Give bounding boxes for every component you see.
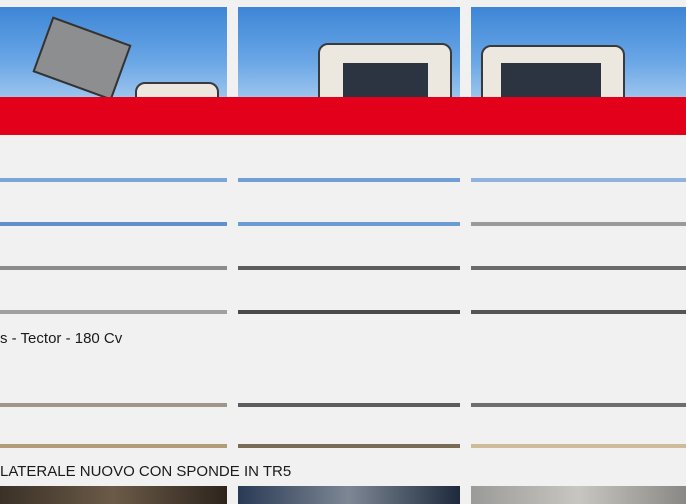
gallery-photo-2[interactable] <box>238 7 460 99</box>
photo-sliver <box>471 178 686 182</box>
photo-sliver <box>238 178 460 182</box>
gallery-photo-1[interactable] <box>0 7 227 99</box>
gallery-photo-6[interactable] <box>471 486 686 504</box>
photo-sliver <box>0 444 227 448</box>
header-bar <box>0 97 686 135</box>
photo-sliver <box>0 222 227 226</box>
photo-sliver <box>471 266 686 270</box>
photo-sliver <box>0 266 227 270</box>
photo-sliver <box>238 403 460 407</box>
gallery-photo-4[interactable] <box>0 486 227 504</box>
vehicle-title: s - Tector - 180 Cv <box>0 330 123 347</box>
photo-sliver <box>0 178 227 182</box>
vehicle-description: LATERALE NUOVO CON SPONDE IN TR5 <box>0 463 292 480</box>
windshield <box>343 63 428 99</box>
photo-sliver <box>238 222 460 226</box>
photo-sliver <box>0 403 227 407</box>
photo-sliver <box>238 266 460 270</box>
gallery-photo-3[interactable] <box>471 7 686 99</box>
gallery-photo-5[interactable] <box>238 486 460 504</box>
photo-sliver <box>238 444 460 448</box>
photo-sliver <box>471 222 686 226</box>
photo-sliver <box>471 310 686 314</box>
photo-sliver <box>471 444 686 448</box>
photo-sliver <box>238 310 460 314</box>
photo-sliver <box>0 310 227 314</box>
photo-sliver <box>471 403 686 407</box>
windshield <box>501 63 601 99</box>
